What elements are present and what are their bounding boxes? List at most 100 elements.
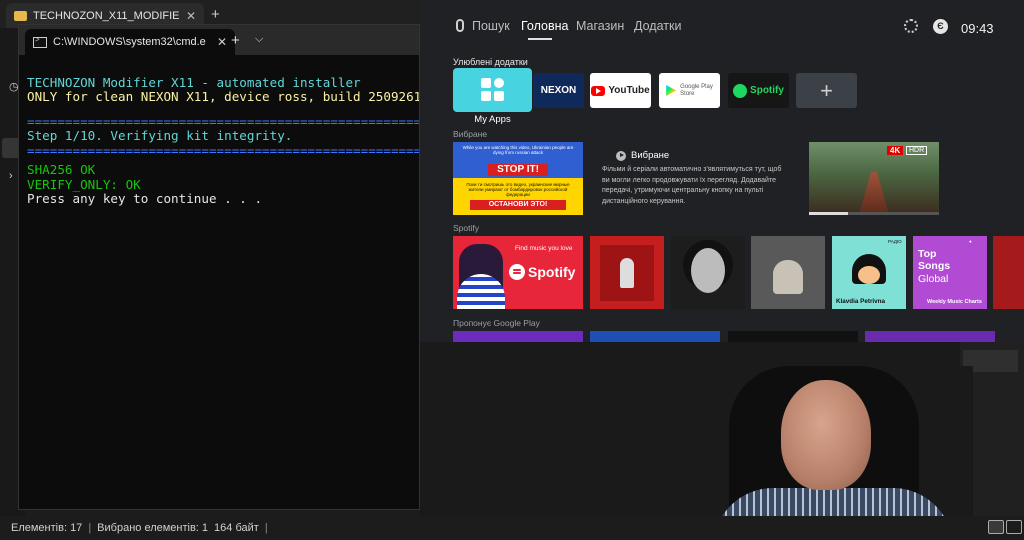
cmd-window: C:\WINDOWS\system32\cmd.e ✕ + ⌵ TECHNOZO… <box>18 24 420 510</box>
spotify-logo-icon <box>733 83 748 98</box>
mic-icon[interactable] <box>456 19 464 32</box>
favorites-heading-text: Вибране <box>631 150 670 161</box>
stop-it-english-text: While you are watching this video, Ukrai… <box>462 145 574 155</box>
cmd-tab[interactable]: C:\WINDOWS\system32\cmd.e ✕ <box>25 29 235 55</box>
close-icon[interactable]: ✕ <box>186 9 196 23</box>
google-play-card[interactable] <box>453 331 583 342</box>
spotify-card-partial[interactable] <box>993 236 1024 309</box>
explorer-tab-title: TECHNOZON_X11_MODIFIER_I <box>33 9 180 22</box>
spotify-small-logo-icon: ● <box>969 239 972 244</box>
avatar[interactable]: Є <box>933 19 948 34</box>
youtube-logo-icon <box>591 85 606 96</box>
tv-top-bar: Пошук Головна Магазин Додатки Є 09:43 <box>420 0 1024 52</box>
spotify-promo-brand: Spotify <box>509 264 575 280</box>
tv-nav-home[interactable]: Головна <box>521 19 569 33</box>
app-tile-spotify[interactable]: Spotify <box>728 73 789 108</box>
radio-artist-name: Klavdia Petrivna <box>836 298 885 305</box>
apps-grid-icon <box>481 78 505 102</box>
output-line-prompt: Press any key to continue . . . <box>27 191 263 206</box>
folder-icon <box>14 10 27 21</box>
artist-face <box>691 248 725 293</box>
output-line-sha: SHA256 OK <box>27 162 96 177</box>
weekly-charts-label: Weekly Music Charts <box>927 299 982 305</box>
google-play-card[interactable] <box>590 331 720 342</box>
stop-it-russian-heading: ОСТАНОВИ ЭТО! <box>470 200 566 210</box>
spotify-card-top-songs[interactable]: ● Top Songs Global Weekly Music Charts <box>913 236 987 309</box>
stop-it-heading: STOP IT! <box>488 164 548 176</box>
video-thumbnail-bridge[interactable]: 4K HDR <box>809 142 939 215</box>
face-image <box>858 266 880 284</box>
output-line-step: Step 1/10. Verifying kit integrity. <box>27 128 293 143</box>
status-items-count: Елементів: 17 <box>11 522 83 534</box>
output-separator: ========================================… <box>27 142 419 158</box>
output-line-verify: VERIFY_ONLY: OK <box>27 176 141 192</box>
play-icon <box>616 150 626 161</box>
fav-apps-title: Улюблені додатки <box>453 57 528 67</box>
video-progress-fill <box>809 212 848 215</box>
cmd-tab-title: C:\WINDOWS\system32\cmd.e <box>53 36 206 48</box>
desktop: TECHNOZON_X11_MODIFIER_I ✕ + ◷ › C:\WIND… <box>0 0 1024 540</box>
spotify-card-artist[interactable] <box>671 236 745 309</box>
cmd-titlebar[interactable]: C:\WINDOWS\system32\cmd.e ✕ + ⌵ <box>19 25 419 55</box>
stop-it-banner[interactable]: While you are watching this video, Ukrai… <box>453 142 583 215</box>
status-separator: | <box>88 522 92 534</box>
close-icon[interactable]: ✕ <box>217 35 227 49</box>
spotify-card-album-2[interactable] <box>751 236 825 309</box>
tv-nav-active-indicator <box>528 38 552 40</box>
app-tile-google-play[interactable]: Google Play Store <box>659 73 720 108</box>
chevron-right-icon[interactable]: › <box>9 170 13 182</box>
app-tile-youtube[interactable]: YouTube <box>590 73 651 108</box>
output-separator: ========================================… <box>27 113 419 129</box>
app-tile-nexon-label: NEXON <box>540 85 577 96</box>
output-line-warning: ONLY for clean NEXON X11, device ross, b… <box>27 89 419 104</box>
top-songs-subtitle: Global <box>918 273 949 285</box>
status-separator: | <box>264 522 268 534</box>
spotify-promo-brand-label: Spotify <box>528 264 576 280</box>
explorer-new-tab-button[interactable]: + <box>211 6 220 23</box>
webcam-overlay <box>673 366 973 540</box>
4k-badge: 4K <box>887 146 904 155</box>
hdr-badge: HDR <box>906 146 928 155</box>
presenter-head <box>781 380 871 490</box>
app-tile-myapps[interactable] <box>453 68 532 112</box>
cmd-new-tab-button[interactable]: + <box>231 32 240 49</box>
add-app-button[interactable]: + <box>796 73 857 108</box>
tv-nav-store[interactable]: Магазин <box>576 19 624 33</box>
status-size: 164 байт <box>214 522 259 534</box>
tv-clock: 09:43 <box>961 21 994 36</box>
gear-icon[interactable] <box>904 19 918 33</box>
spotify-card-album[interactable] <box>590 236 664 309</box>
terminal-icon <box>33 35 47 48</box>
radio-tag: РАДІО <box>888 239 902 244</box>
spotify-card-promo[interactable]: Find music you love Spotify <box>453 236 583 309</box>
details-view-icon[interactable] <box>988 520 1004 534</box>
top-songs-title-1: Top <box>918 248 937 260</box>
google-play-card[interactable] <box>865 331 995 342</box>
favorites-section-title: Вибране <box>453 129 488 139</box>
spotify-promo-text: Find music you love <box>515 245 573 252</box>
status-selected: Вибрано елементів: 1 <box>97 522 209 534</box>
chevron-down-icon[interactable]: ⌵ <box>255 33 263 46</box>
app-tile-myapps-label: My Apps <box>474 114 511 125</box>
output-line-title: TECHNOZON Modifier X11 - automated insta… <box>27 74 361 90</box>
top-songs-title-2: Songs <box>918 260 951 272</box>
spotify-card-radio[interactable]: РАДІО Klavdia Petrivna <box>832 236 906 309</box>
stop-it-russian-text: Поки ти смотришь это видео, украинские м… <box>466 182 570 197</box>
album-figure <box>620 258 634 288</box>
app-tile-youtube-label: YouTube <box>608 85 650 96</box>
google-play-card[interactable] <box>728 331 858 342</box>
tiles-view-icon[interactable] <box>1006 520 1022 534</box>
android-tv-screen: Пошук Головна Магазин Додатки Є 09:43 Ул… <box>420 0 1024 342</box>
app-tile-spotify-label: Spotify <box>750 85 784 96</box>
tv-nav-search[interactable]: Пошук <box>472 19 510 33</box>
spotify-logo-icon <box>509 264 525 280</box>
favorites-heading: Вибране <box>616 150 669 161</box>
cmd-output[interactable]: TECHNOZON Modifier X11 - automated insta… <box>27 61 419 236</box>
tv-nav-apps[interactable]: Додатки <box>634 19 681 33</box>
album-figure <box>773 260 803 294</box>
video-progress-bar <box>809 212 939 215</box>
app-tile-nexon[interactable]: NEXON <box>533 73 584 108</box>
plus-icon: + <box>820 77 833 103</box>
spotify-section-title: Spotify <box>453 223 479 233</box>
google-play-icon <box>666 85 677 96</box>
